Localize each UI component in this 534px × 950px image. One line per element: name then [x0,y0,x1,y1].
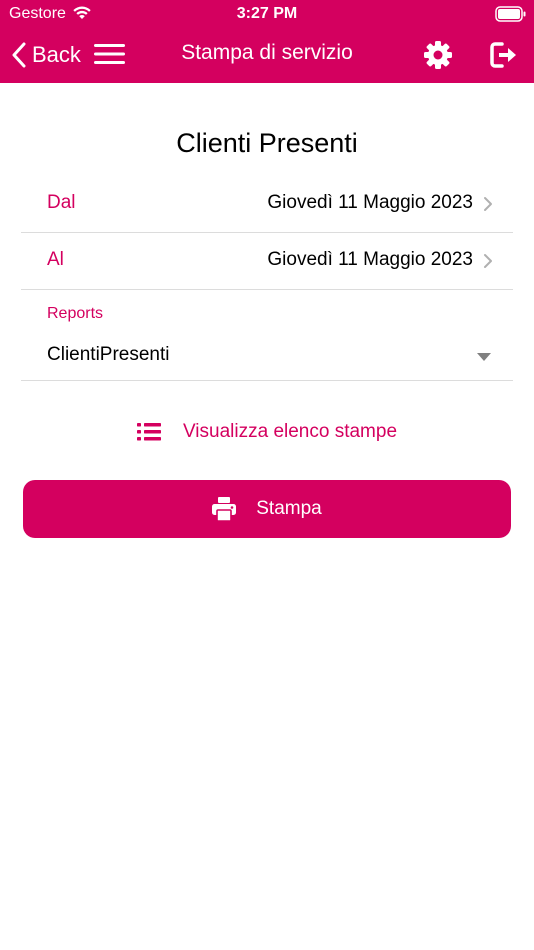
print-list-link[interactable]: Visualizza elenco stampe [0,418,534,446]
back-button[interactable]: Back [12,40,81,70]
logout-icon[interactable] [490,42,518,68]
page-title: Stampa di servizio [181,41,353,64]
caret-down-icon [477,353,491,361]
reports-select[interactable]: Reports ClientiPresenti [21,292,513,381]
date-to-label: Al [47,249,64,270]
print-button-label: Stampa [256,498,322,519]
reports-selected-value: ClientiPresenti [47,344,170,365]
chevron-left-icon [12,42,26,68]
print-list-label: Visualizza elenco stampe [182,421,398,442]
hamburger-menu-icon[interactable] [94,43,125,65]
date-to-row[interactable]: Al Giovedì 11 Maggio 2023 [21,233,513,290]
battery-icon [495,6,526,22]
date-from-value: Giovedì 11 Maggio 2023 [267,192,473,213]
chevron-right-icon [484,254,492,268]
list-icon [136,423,161,441]
reports-label: Reports [47,305,104,322]
date-from-row[interactable]: Dal Giovedì 11 Maggio 2023 [21,176,513,233]
status-time: 3:27 PM [236,5,298,22]
date-to-value: Giovedì 11 Maggio 2023 [267,249,473,270]
printer-icon [212,497,237,521]
top-bar: Gestore 3:27 PM Back Stampa di servizio [0,0,534,83]
print-button[interactable]: Stampa [23,480,511,538]
back-label: Back [32,42,81,67]
gear-icon[interactable] [423,40,453,70]
status-bar: Gestore 3:27 PM [0,0,534,28]
navigation-bar: Back Stampa di servizio [0,28,534,83]
section-heading: Clienti Presenti [176,128,358,158]
date-from-label: Dal [47,192,76,213]
chevron-right-icon [484,197,492,211]
